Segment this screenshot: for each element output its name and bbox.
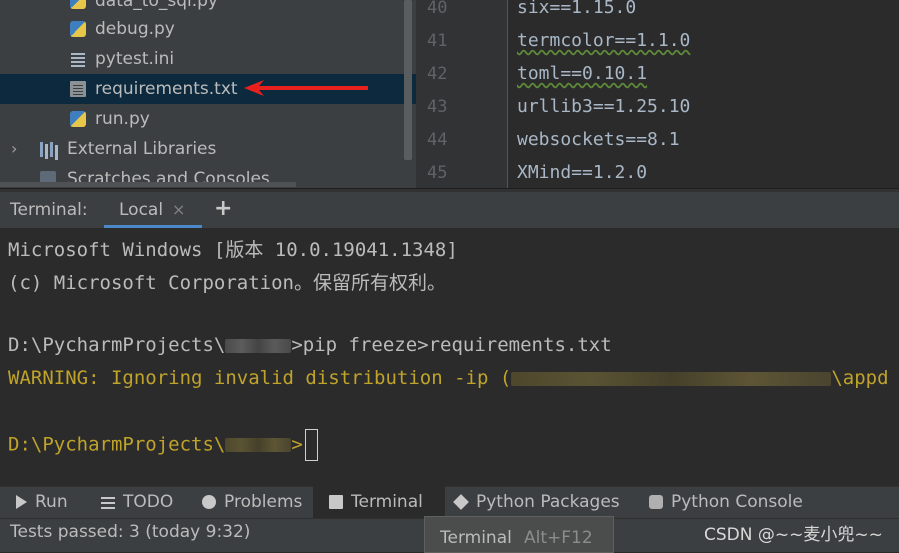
tool-run-label: Run [35, 492, 68, 512]
editor-gutter [416, 0, 508, 188]
tree-item-label: requirements.txt [95, 79, 238, 99]
tree-item-pytest-ini[interactable]: pytest.ini [0, 44, 416, 74]
tree-item-debug[interactable]: debug.py [0, 14, 416, 44]
code-line[interactable]: websockets==8.1 [517, 129, 680, 150]
tree-horizontal-scrollbar[interactable] [0, 182, 296, 187]
tool-todo-button[interactable]: TODO [101, 486, 173, 518]
terminal-cursor [304, 429, 318, 461]
command-text: >pip freeze>requirements.txt [291, 334, 612, 356]
chevron-right-icon[interactable]: › [11, 134, 17, 164]
terminal-title: Terminal: [10, 200, 88, 220]
terminal-warning-line: WARNING: Ignoring invalid distribution -… [8, 367, 889, 389]
tool-problems-label: Problems [224, 492, 303, 512]
redacted-text [225, 338, 292, 353]
ini-file-icon [70, 51, 86, 67]
terminal-icon [329, 495, 343, 509]
line-number: 40 [427, 0, 448, 18]
run-icon [16, 495, 27, 509]
terminal-line: Microsoft Windows [版本 10.0.19041.1348] [8, 239, 458, 261]
warning-text: WARNING: Ignoring invalid distribution -… [8, 367, 512, 389]
problems-icon [202, 495, 216, 509]
editor-area[interactable] [508, 0, 899, 188]
code-line[interactable]: termcolor==1.1.0 [517, 30, 690, 51]
tree-item-external-libraries[interactable]: › External Libraries [0, 134, 416, 164]
tree-item-label: External Libraries [67, 139, 217, 159]
text-file-icon [70, 81, 86, 97]
terminal-command-line: D:\PycharmProjects\ >pip freeze>requireme… [8, 334, 612, 356]
tree-item-label: pytest.ini [95, 49, 175, 69]
tree-item-label: run.py [95, 109, 150, 129]
tool-terminal-label: Terminal [351, 492, 423, 512]
code-line[interactable]: XMind==1.2.0 [517, 162, 647, 183]
terminal-line: (c) Microsoft Corporation。保留所有权利。 [8, 272, 446, 294]
todo-list-icon [101, 495, 115, 509]
tree-vertical-scrollbar[interactable] [404, 0, 412, 160]
line-number: 43 [427, 97, 448, 117]
close-icon[interactable]: × [172, 200, 185, 219]
python-file-icon [70, 0, 86, 9]
line-number: 45 [427, 163, 448, 183]
tree-item-run[interactable]: run.py [0, 104, 416, 134]
prompt-path: D:\PycharmProjects\ [8, 433, 226, 456]
tool-python-console-label: Python Console [671, 492, 803, 512]
python-file-icon [70, 21, 86, 37]
tool-python-console-button[interactable]: Python Console [649, 486, 803, 518]
annotation-arrow-icon [244, 80, 368, 96]
watermark: CSDN @~~麦小兜~~ [704, 525, 883, 545]
tool-todo-label: TODO [123, 492, 174, 512]
line-number: 41 [427, 31, 448, 51]
code-line[interactable]: six==1.15.0 [517, 0, 636, 18]
add-tab-icon[interactable]: + [214, 196, 232, 221]
libraries-icon [40, 141, 56, 157]
redacted-text [511, 371, 832, 386]
prompt-symbol: > [291, 433, 303, 456]
tool-terminal-button[interactable]: Terminal [313, 486, 445, 518]
python-console-icon [649, 495, 663, 509]
python-file-icon [70, 111, 86, 127]
status-text[interactable]: Tests passed: 3 (today 9:32) [10, 522, 250, 542]
line-number: 44 [427, 130, 448, 150]
tab-local-label[interactable]: Local [119, 200, 163, 220]
tool-problems-button[interactable]: Problems [202, 486, 302, 518]
tool-run-button[interactable]: Run [16, 486, 68, 518]
tool-python-packages-label: Python Packages [476, 492, 620, 512]
warning-suffix: \appd [831, 367, 889, 389]
tooltip-shortcut: Alt+F12 [524, 528, 593, 548]
code-line[interactable]: urllib3==1.25.10 [517, 96, 690, 117]
tooltip-label: Terminal [440, 528, 512, 548]
prompt-path: D:\PycharmProjects\ [8, 334, 226, 356]
redacted-text [225, 438, 292, 452]
tool-python-packages-button[interactable]: Python Packages [453, 486, 620, 518]
terminal-prompt-line[interactable]: D:\PycharmProjects\ > [8, 429, 318, 461]
code-line[interactable]: toml==0.10.1 [517, 63, 647, 84]
packages-icon [453, 494, 469, 510]
tree-item-label: debug.py [95, 19, 175, 39]
line-number: 42 [427, 64, 448, 84]
